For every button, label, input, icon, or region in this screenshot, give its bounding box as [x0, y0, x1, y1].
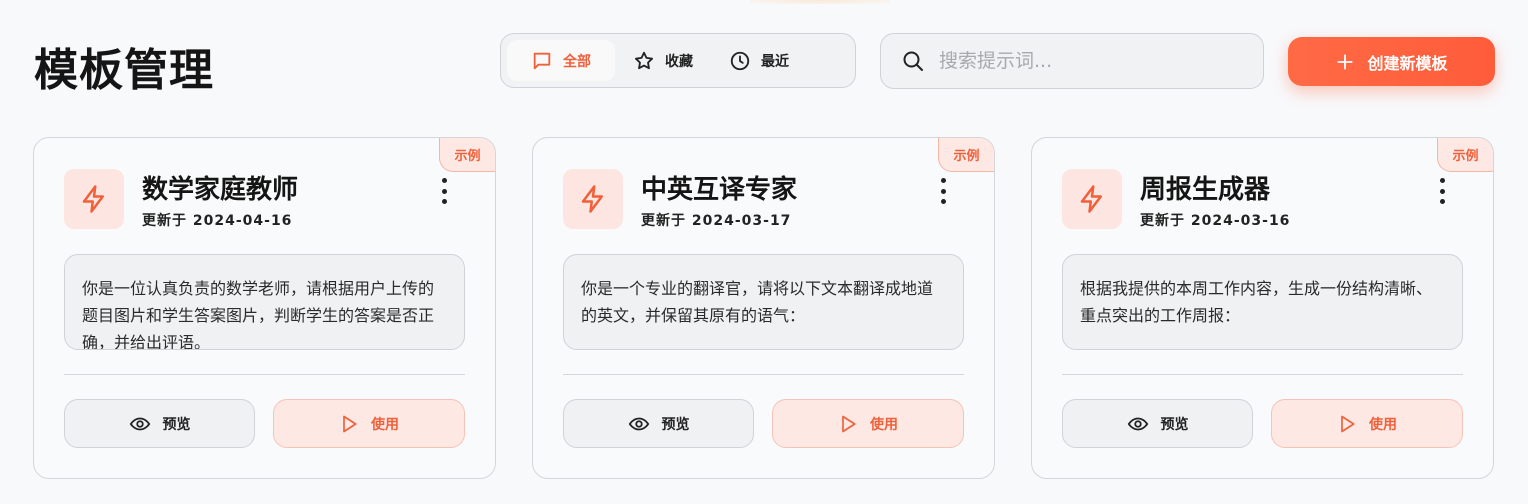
divider: [563, 374, 964, 375]
page-title: 模板管理: [34, 45, 214, 96]
template-icon-box: [563, 169, 623, 229]
eye-icon: [1127, 417, 1148, 430]
preview-label: 预览: [1160, 416, 1189, 433]
play-icon: [343, 415, 357, 432]
play-icon: [1341, 415, 1355, 432]
template-card: 示例 周报生成器 更新于 2024-03-16 根据我提供的本周工作内容，生成一…: [1031, 137, 1494, 479]
use-label: 使用: [1369, 416, 1397, 433]
zap-icon: [581, 185, 603, 213]
search-icon: [903, 51, 923, 71]
use-label: 使用: [870, 416, 898, 433]
template-icon-box: [1062, 169, 1122, 229]
preview-button[interactable]: 预览: [1062, 399, 1253, 448]
card-title: 数学家庭教师: [142, 175, 299, 205]
filter-tabs: 全部 收藏 最近: [500, 33, 856, 88]
search-box[interactable]: [880, 33, 1264, 89]
example-badge: 示例: [938, 138, 994, 172]
preview-button[interactable]: 预览: [64, 399, 255, 448]
use-button[interactable]: 使用: [273, 399, 465, 448]
card-updated-date: 更新于 2024-03-16: [1140, 213, 1291, 229]
use-button[interactable]: 使用: [1271, 399, 1463, 448]
card-updated-date: 更新于 2024-03-17: [641, 213, 792, 229]
template-card: 示例 数学家庭教师 更新于 2024-04-16 你是一位认真负责的数学老师，请…: [33, 137, 496, 479]
prompt-preview: 你是一位认真负责的数学老师，请根据用户上传的题目图片和学生答案图片，判断学生的答…: [64, 254, 465, 350]
prompt-preview: 根据我提供的本周工作内容，生成一份结构清晰、重点突出的工作周报：: [1062, 254, 1463, 350]
clock-icon: [730, 51, 750, 70]
tab-all[interactable]: 全部: [507, 40, 615, 81]
play-icon: [842, 415, 856, 432]
card-title: 周报生成器: [1140, 175, 1271, 205]
search-input[interactable]: [939, 50, 1239, 72]
preview-button[interactable]: 预览: [563, 399, 754, 448]
use-button[interactable]: 使用: [772, 399, 964, 448]
more-options-icon[interactable]: [437, 178, 451, 204]
tab-recent[interactable]: 最近: [711, 40, 807, 81]
card-title: 中英互译专家: [641, 175, 798, 205]
use-label: 使用: [371, 416, 399, 433]
preview-label: 预览: [162, 416, 191, 433]
zap-icon: [82, 185, 104, 213]
zap-icon: [1080, 185, 1102, 213]
plus-icon: [1337, 53, 1354, 70]
prompt-preview: 你是一个专业的翻译官，请将以下文本翻译成地道的英文，并保留其原有的语气：: [563, 254, 964, 350]
card-updated-date: 更新于 2024-04-16: [142, 213, 293, 229]
tab-recent-label: 最近: [761, 53, 789, 70]
divider: [1062, 374, 1463, 375]
message-square-icon: [533, 52, 551, 69]
example-badge: 示例: [439, 138, 495, 172]
template-icon-box: [64, 169, 124, 229]
template-card: 示例 中英互译专家 更新于 2024-03-17 你是一个专业的翻译官，请将以下…: [532, 137, 995, 479]
create-template-button[interactable]: 创建新模板: [1288, 37, 1495, 86]
more-options-icon[interactable]: [936, 178, 950, 204]
tab-favorites-label: 收藏: [665, 53, 693, 70]
preview-label: 预览: [661, 416, 690, 433]
star-icon: [635, 51, 653, 69]
tab-favorites[interactable]: 收藏: [615, 40, 711, 81]
tab-all-label: 全部: [563, 53, 591, 70]
eye-icon: [628, 417, 649, 430]
example-badge: 示例: [1437, 138, 1493, 172]
eye-icon: [129, 417, 150, 430]
create-template-label: 创建新模板: [1367, 53, 1448, 73]
divider: [64, 374, 465, 375]
top-glow: [750, 0, 890, 4]
more-options-icon[interactable]: [1435, 178, 1449, 204]
